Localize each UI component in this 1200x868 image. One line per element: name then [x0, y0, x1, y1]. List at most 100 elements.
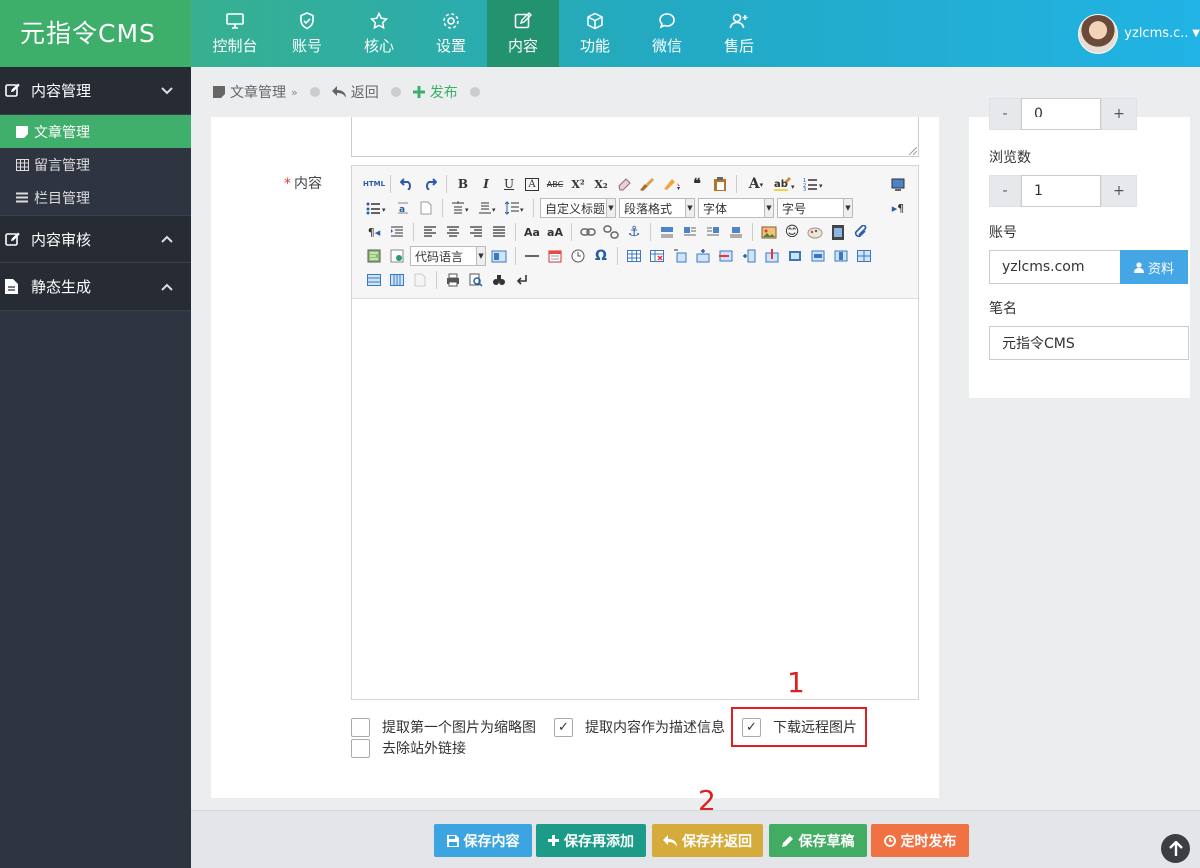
paste-text-icon[interactable] [710, 174, 730, 194]
split-to-rows-icon[interactable] [364, 270, 384, 290]
sidebar-group-content-manage[interactable]: 内容管理 [0, 67, 191, 115]
sidebar-group-static-gen[interactable]: 静态生成 [0, 263, 191, 311]
underline-button[interactable]: U [499, 174, 519, 194]
superscript-button[interactable]: X² [568, 174, 588, 194]
nav-item-settings[interactable]: 设置 [415, 0, 487, 67]
remove-external-links-option[interactable]: 去除站外链接 [351, 738, 466, 758]
nav-item-features[interactable]: 功能 [559, 0, 631, 67]
account-input[interactable]: yzlcms.com [989, 250, 1121, 284]
scrawl-icon[interactable] [805, 222, 825, 242]
stepper-value[interactable]: 0 [1021, 117, 1101, 130]
merge-right-icon[interactable] [808, 246, 828, 266]
ordered-list-button[interactable]: 1 2 3 ▾ [801, 174, 827, 194]
description-textarea[interactable] [351, 117, 919, 157]
views-stepper[interactable]: - 1 + [989, 175, 1137, 207]
print-icon[interactable] [443, 270, 463, 290]
font-family-select[interactable]: 字体 ▼ [698, 198, 774, 218]
row-spacing-top-button[interactable]: ▾ [449, 198, 473, 218]
nav-item-wechat[interactable]: 微信 [631, 0, 703, 67]
anchor-icon[interactable]: ⚓ [624, 222, 644, 242]
link-icon[interactable] [578, 222, 598, 242]
unlink-icon[interactable] [601, 222, 621, 242]
image-right-icon[interactable] [703, 222, 723, 242]
save-and-add-button[interactable]: 保存再添加 [536, 824, 646, 857]
bold-button[interactable]: B [453, 174, 473, 194]
font-size-select[interactable]: 字号 ▼ [777, 198, 853, 218]
merge-down-icon[interactable] [831, 246, 851, 266]
views-plus-button[interactable]: + [1101, 175, 1137, 207]
uppercase-icon[interactable]: Aa [522, 222, 542, 242]
attachment-icon[interactable] [851, 222, 871, 242]
drafts-icon[interactable] [512, 270, 532, 290]
sidebar-item-columns[interactable]: 栏目管理 [0, 181, 191, 214]
thumb-first-image-checkbox[interactable] [351, 717, 370, 737]
editor-body[interactable] [352, 299, 918, 699]
subscript-button[interactable]: X₂ [591, 174, 611, 194]
strikethrough-button[interactable]: ABC [545, 174, 565, 194]
insert-col-icon[interactable] [739, 246, 759, 266]
preview-icon[interactable] [466, 270, 486, 290]
nav-item-content[interactable]: 内容 [487, 0, 559, 67]
eraser-icon[interactable] [614, 174, 634, 194]
insert-image-icon[interactable] [759, 222, 779, 242]
date-icon[interactable] [545, 246, 565, 266]
top-stepper-visible[interactable]: - 0 + [989, 117, 1137, 130]
unordered-list-button[interactable]: ▾ [364, 198, 390, 218]
save-content-button[interactable]: 保存内容 [434, 824, 532, 857]
template-icon[interactable] [489, 246, 509, 266]
auto-format-icon[interactable]: ▾ [660, 174, 684, 194]
font-border-button[interactable]: A [522, 174, 542, 194]
delete-table-icon[interactable] [647, 246, 667, 266]
highlight-color-button[interactable]: ab ▾ [772, 174, 798, 194]
image-center-icon[interactable] [726, 222, 746, 242]
chart-icon[interactable] [410, 270, 430, 290]
font-color-button[interactable]: A ▾ [743, 174, 769, 194]
split-to-cols-icon[interactable] [387, 270, 407, 290]
extract-desc-option[interactable]: ✓ 提取内容作为描述信息 [554, 717, 725, 737]
align-right-icon[interactable] [466, 222, 486, 242]
stepper-plus-button[interactable]: + [1101, 117, 1137, 130]
lowercase-icon[interactable]: aA [545, 222, 565, 242]
insert-video-icon[interactable] [828, 222, 848, 242]
extract-desc-checkbox[interactable]: ✓ [554, 717, 573, 737]
account-profile-button[interactable]: 资料 [1120, 250, 1188, 284]
sidebar-item-articles[interactable]: 文章管理 [0, 115, 191, 148]
insert-frame-icon[interactable] [387, 246, 407, 266]
ltr-direction-icon[interactable]: ▸ ¶ [888, 198, 908, 218]
insert-row-icon[interactable] [693, 246, 713, 266]
save-draft-button[interactable]: 保存草稿 [769, 824, 867, 857]
custom-title-select[interactable]: 自定义标题 ▼ [540, 198, 616, 218]
remove-external-links-checkbox[interactable] [351, 738, 370, 758]
italic-button[interactable]: I [476, 174, 496, 194]
stepper-minus-button[interactable]: - [989, 117, 1021, 130]
align-left-icon[interactable] [420, 222, 440, 242]
nav-item-account[interactable]: 账号 [271, 0, 343, 67]
nav-item-console[interactable]: 控制台 [199, 0, 271, 67]
undo-button[interactable] [397, 174, 417, 194]
paragraph-format-select[interactable]: 段落格式 ▼ [619, 198, 695, 218]
image-none-icon[interactable] [657, 222, 677, 242]
time-icon[interactable] [568, 246, 588, 266]
html-source-button[interactable]: HTML [363, 174, 385, 194]
delete-col-icon[interactable] [762, 246, 782, 266]
publish-link[interactable]: 发布 [412, 82, 458, 102]
horizontal-rule-icon[interactable] [522, 246, 542, 266]
back-link[interactable]: 返回 [331, 82, 379, 102]
line-height-button[interactable]: ▾ [503, 198, 527, 218]
insert-code-icon[interactable]: a [393, 198, 413, 218]
new-document-icon[interactable] [416, 198, 436, 218]
thumb-first-image-option[interactable]: 提取第一个图片为缩略图 [351, 717, 536, 737]
row-spacing-bottom-button[interactable]: ▾ [476, 198, 500, 218]
redo-button[interactable] [420, 174, 440, 194]
fullscreen-icon[interactable] [888, 174, 908, 194]
breadcrumb-articles[interactable]: 文章管理 » [213, 82, 298, 102]
rtl-direction-icon[interactable]: ¶ ◂ [364, 222, 384, 242]
scheduled-publish-button[interactable]: 定时发布 [871, 824, 969, 857]
search-replace-icon[interactable] [489, 270, 509, 290]
user-menu[interactable]: yzlcms.c... ▼ [1078, 0, 1200, 67]
image-left-icon[interactable] [680, 222, 700, 242]
app-logo[interactable]: 元指令CMS [0, 0, 191, 67]
insert-table-icon[interactable] [624, 246, 644, 266]
nav-item-aftersales[interactable]: 售后 [703, 0, 775, 67]
code-language-select[interactable]: 代码语言 ▼ [410, 246, 486, 266]
